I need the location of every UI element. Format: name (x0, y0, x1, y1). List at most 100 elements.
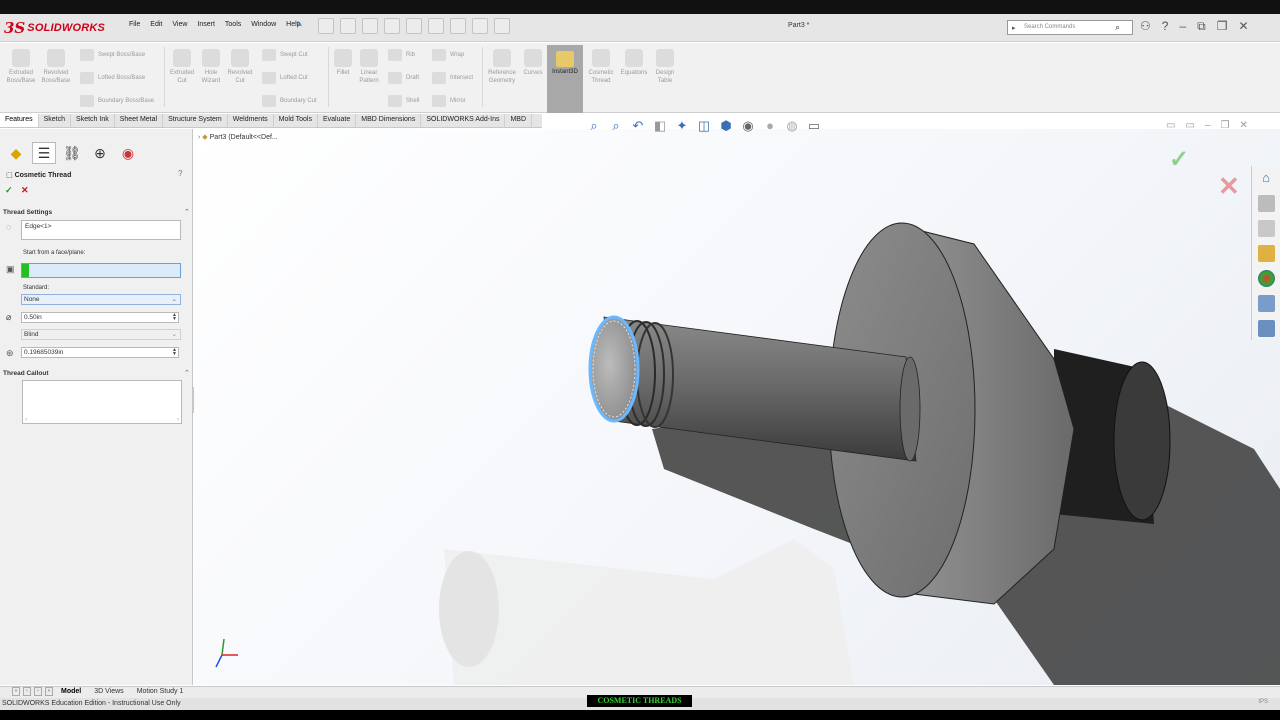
edge-selection-box[interactable]: Edge<1> (21, 220, 181, 240)
swept-boss-button[interactable]: Swept Boss/Base (80, 49, 145, 61)
forum-icon[interactable] (1257, 320, 1275, 337)
diameter-input[interactable]: 0.50in ▲ ▼ (21, 312, 179, 323)
apply-scene-icon[interactable]: ◍ (784, 118, 800, 134)
undo-icon[interactable] (428, 18, 444, 34)
home-icon[interactable] (318, 18, 334, 34)
print-icon[interactable] (406, 18, 422, 34)
rebuild-icon[interactable] (472, 18, 488, 34)
display-style-icon[interactable]: ⬢ (718, 118, 734, 134)
dynamic-annotation-icon[interactable]: ✦ (674, 118, 690, 134)
help-icon[interactable]: ? (178, 169, 182, 178)
restore-icon[interactable]: ⧉ (1197, 19, 1206, 34)
scroll-left-icon[interactable]: ‹ (25, 417, 27, 423)
menu-file[interactable]: File (124, 21, 145, 28)
3d-model[interactable] (194, 129, 1280, 685)
thread-callout-header[interactable]: Thread Callout (3, 370, 49, 377)
depth-input[interactable]: 0.19685039in ▲ ▼ (21, 347, 179, 358)
maximize-icon[interactable]: ❐ (1217, 19, 1228, 34)
boundary-cut-button[interactable]: Boundary Cut (262, 95, 317, 107)
edit-appearance-icon[interactable]: ● (762, 118, 778, 134)
draft-button[interactable]: Draft (388, 72, 419, 84)
configuration-manager-icon[interactable]: ⛓ (60, 142, 84, 164)
thread-settings-header[interactable]: Thread Settings (3, 209, 52, 216)
standard-dropdown[interactable]: None ⌄ (21, 294, 181, 305)
lofted-cut-button[interactable]: Lofted Cut (262, 72, 308, 84)
tab-3d-views[interactable]: 3D Views (89, 687, 128, 696)
collapse-thread-callout-icon[interactable]: ⌃ (184, 369, 190, 377)
swept-cut-button[interactable]: Swept Cut (262, 49, 308, 61)
scroll-right-icon[interactable]: › (177, 417, 179, 423)
property-manager-icon[interactable]: ☰ (32, 142, 56, 164)
appearances-icon[interactable] (1257, 270, 1275, 287)
viewport-minimize-icon[interactable]: – (1205, 120, 1211, 131)
confirm-check-icon[interactable]: ✓ (1169, 145, 1189, 174)
help-icon[interactable]: ? (1162, 19, 1169, 34)
previous-view-icon[interactable]: ↶ (630, 118, 646, 134)
cosmetic-thread-button[interactable]: Cosmetic Thread (585, 49, 617, 85)
menu-insert[interactable]: Insert (192, 21, 220, 28)
custom-properties-icon[interactable] (1257, 295, 1275, 312)
thread-callout-textbox[interactable]: ‹ › (22, 380, 182, 424)
tab-evaluate[interactable]: Evaluate (318, 114, 357, 127)
collapse-thread-settings-icon[interactable]: ⌃ (184, 208, 190, 216)
minimize-icon[interactable]: – (1179, 19, 1186, 34)
boundary-boss-button[interactable]: Boundary Boss/Base (80, 95, 154, 107)
previous-tab-icon[interactable]: ‹ (23, 687, 31, 696)
tab-motion-study-1[interactable]: Motion Study 1 (132, 687, 189, 696)
search-commands-field[interactable]: ▸ Search Commands ⌕ (1007, 20, 1133, 35)
open-icon[interactable] (362, 18, 378, 34)
viewport-restore-icon[interactable]: ❐ (1220, 120, 1229, 131)
solidworks-logo[interactable]: 3S SOLIDWORKS (4, 16, 112, 40)
pin-menu-icon[interactable]: ✎ (296, 20, 303, 29)
hole-wizard-button[interactable]: Hole Wizard (198, 49, 224, 85)
viewport-tile-icon[interactable]: ▭ (1166, 120, 1175, 131)
revolved-boss-button[interactable]: Revolved Boss/Base (38, 49, 74, 85)
instant3d-button[interactable]: Instant3D (547, 45, 583, 113)
equations-button[interactable]: Equations (617, 49, 651, 77)
menu-tools[interactable]: Tools (220, 21, 246, 28)
menu-window[interactable]: Window (246, 21, 281, 28)
display-manager-icon[interactable]: ◉ (116, 142, 140, 164)
user-account-icon[interactable]: ⚇ (1140, 19, 1151, 34)
new-document-icon[interactable] (340, 18, 356, 34)
file-explorer-icon[interactable] (1257, 220, 1275, 237)
selected-edge-shaft-end[interactable] (588, 315, 640, 423)
wrap-button[interactable]: Wrap (432, 49, 464, 61)
tab-structure-system[interactable]: Structure System (163, 114, 228, 127)
mirror-button[interactable]: Mirror (432, 95, 466, 107)
view-palette-icon[interactable] (1257, 245, 1275, 262)
solidworks-resources-icon[interactable]: ⌂ (1258, 170, 1275, 187)
zoom-to-area-icon[interactable]: ⌕ (608, 118, 624, 134)
tab-mbd-dimensions[interactable]: MBD Dimensions (356, 114, 422, 127)
close-icon[interactable]: ✕ (1238, 19, 1248, 34)
curves-button[interactable]: Curves (520, 49, 546, 77)
cancel-x-icon[interactable]: ✕ (1218, 171, 1240, 202)
view-orientation-icon[interactable]: ◫ (696, 118, 712, 134)
diameter-stepper[interactable]: ▲ ▼ (172, 313, 177, 322)
tab-sketch-ink[interactable]: Sketch Ink (71, 114, 115, 127)
next-tab-icon[interactable]: › (34, 687, 42, 696)
extruded-boss-button[interactable]: Extruded Boss/Base (4, 49, 38, 85)
tab-mbd[interactable]: MBD (505, 114, 533, 127)
view-settings-icon[interactable]: ▭ (806, 118, 822, 134)
viewport-close-icon[interactable]: ✕ (1239, 120, 1247, 131)
last-tab-icon[interactable]: » (45, 687, 53, 696)
end-condition-dropdown[interactable]: Blind ⌄ (21, 329, 181, 340)
depth-stepper[interactable]: ▲ ▼ (172, 348, 177, 357)
hide-show-items-icon[interactable]: ◉ (740, 118, 756, 134)
ok-button[interactable]: ✓ (5, 185, 13, 196)
reference-geometry-button[interactable]: Reference Geometry (484, 49, 520, 85)
intersect-button[interactable]: Intersect (432, 72, 473, 84)
tab-sketch[interactable]: Sketch (39, 114, 72, 127)
save-icon[interactable] (384, 18, 400, 34)
search-icon[interactable]: ⌕ (1115, 22, 1120, 33)
tab-solidworks-add-ins[interactable]: SOLIDWORKS Add-Ins (421, 114, 506, 127)
design-library-icon[interactable] (1257, 195, 1275, 212)
lofted-boss-button[interactable]: Lofted Boss/Base (80, 72, 145, 84)
graphics-area[interactable]: › ◆ Part3 (Default<<Def... ✓ ✕ (194, 129, 1280, 685)
linear-pattern-button[interactable]: Linear Pattern (356, 49, 382, 85)
zoom-to-fit-icon[interactable]: ⌕ (586, 118, 602, 134)
start-face-selection-box[interactable] (21, 263, 181, 278)
shell-button[interactable]: Shell (388, 95, 419, 107)
tab-weldments[interactable]: Weldments (228, 114, 274, 127)
